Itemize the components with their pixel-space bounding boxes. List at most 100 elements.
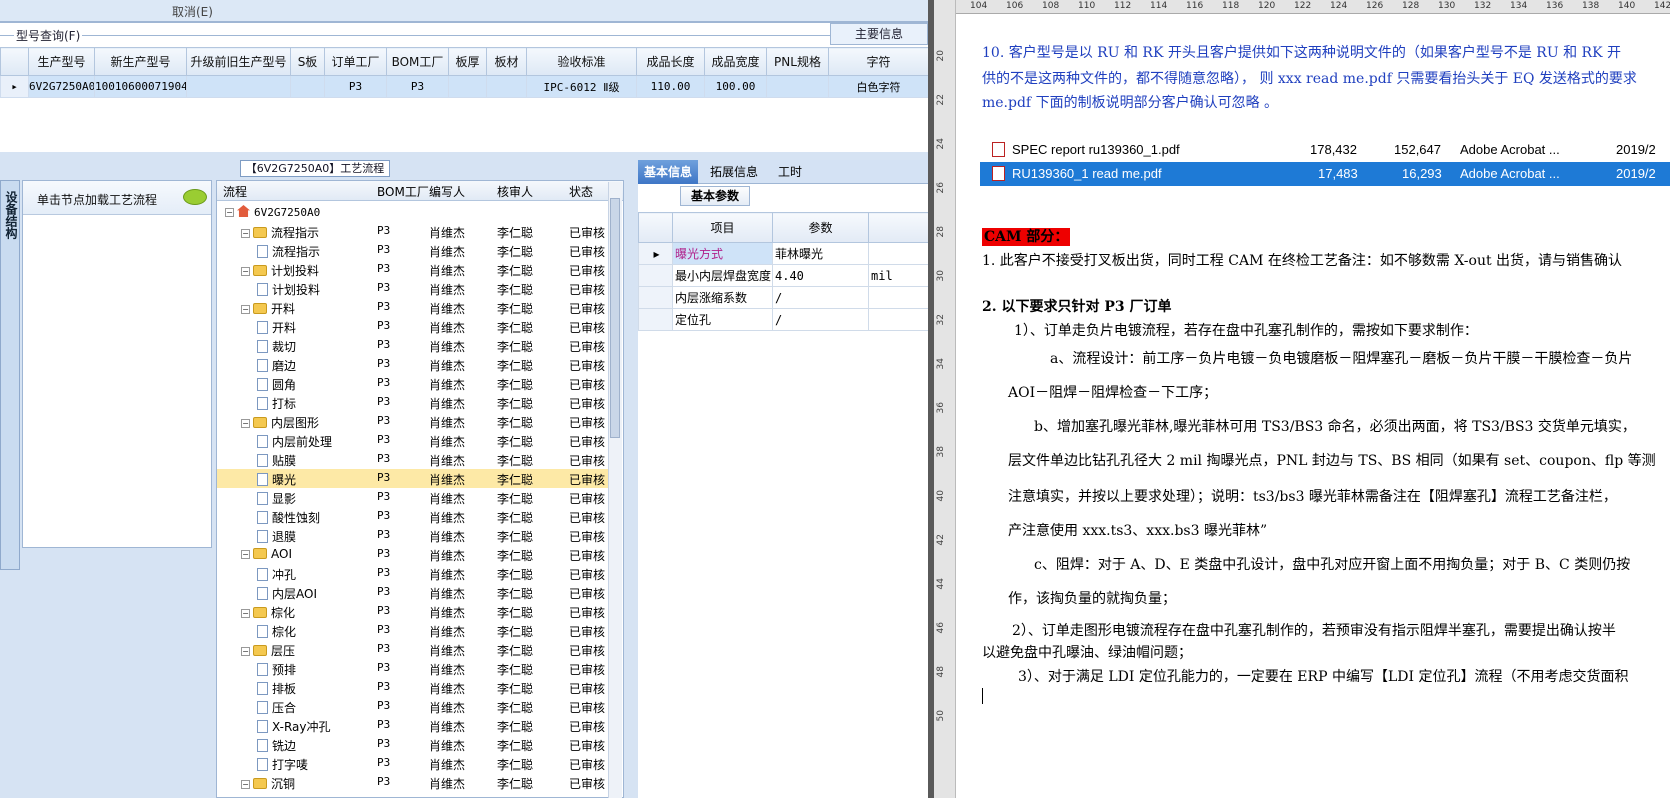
tree-node-row[interactable]: 预排 P3 肖维杰 李仁聪 已审核 [217, 659, 609, 678]
col-header[interactable]: PNL规格 [766, 47, 829, 76]
col-header[interactable]: BOM工厂 [386, 47, 449, 76]
tree-col-header[interactable]: 核审人 [497, 183, 533, 200]
cell[interactable]: 白色字符 [828, 75, 928, 98]
cell[interactable]: 100.00 [704, 75, 767, 98]
tree-node-row[interactable]: 棕化 P3 肖维杰 李仁聪 已审核 [217, 621, 609, 640]
basic-params-header[interactable]: 基本参数 [680, 186, 750, 206]
collapse-icon[interactable]: − [241, 267, 250, 276]
params-col-header[interactable]: 项目 [672, 212, 773, 243]
tree-cell-reviewer: 李仁聪 [497, 359, 534, 373]
equipment-structure-tab[interactable]: 设备结构 [0, 180, 20, 570]
col-header[interactable]: 成品长度 [636, 47, 705, 76]
table-row[interactable]: ▸ 6V2G7250A0 10010600071904 P3 P3 IPC-60… [0, 75, 928, 98]
param-row[interactable]: 内层涨缩系数 / [638, 286, 928, 309]
ruler-tick-label: 126 [1366, 1, 1384, 11]
tree-node-row[interactable]: 裁切 P3 肖维杰 李仁聪 已审核 [217, 336, 609, 355]
tree-root-row[interactable]: − 6V2G7250A0 [217, 203, 609, 222]
param-value[interactable]: 菲林曝光 [772, 242, 869, 265]
collapse-icon[interactable]: − [241, 647, 250, 656]
cell[interactable]: IPC-6012 Ⅱ级 [526, 75, 637, 98]
tree-node-row[interactable]: 内层AOI P3 肖维杰 李仁聪 已审核 [217, 583, 609, 602]
col-header[interactable]: 板厚 [448, 47, 487, 76]
cell[interactable] [486, 75, 527, 98]
params-col-header[interactable]: 参数 [772, 212, 869, 243]
tree-node-row[interactable]: 压合 P3 肖维杰 李仁聪 已审核 [217, 697, 609, 716]
collapse-icon[interactable]: − [241, 550, 250, 559]
collapse-icon[interactable]: − [225, 208, 234, 217]
param-value[interactable]: / [772, 308, 869, 331]
tree-node-row[interactable]: 排板 P3 肖维杰 李仁聪 已审核 [217, 678, 609, 697]
col-header[interactable]: S板 [290, 47, 325, 76]
tab-extended-info[interactable]: 拓展信息 [704, 160, 764, 184]
cell[interactable] [766, 75, 829, 98]
cell[interactable]: 10010600071904 [94, 75, 187, 98]
col-header[interactable]: 订单工厂 [324, 47, 387, 76]
tree-node-row[interactable]: 曝光 P3 肖维杰 李仁聪 已审核 [217, 469, 609, 488]
tree-node-row[interactable]: 计划投料 P3 肖维杰 李仁聪 已审核 [217, 279, 609, 298]
tree-group-row[interactable]: − 层压 P3 肖维杰 李仁聪 已审核 [217, 640, 609, 659]
cam-heading: CAM 部分： [982, 228, 1071, 246]
tree-col-header[interactable]: 流程 [223, 183, 247, 200]
param-value[interactable]: 4.40 [772, 264, 869, 287]
collapse-icon[interactable]: − [241, 229, 250, 238]
tree-node-row[interactable]: 流程指示 P3 肖维杰 李仁聪 已审核 [217, 241, 609, 260]
tree-node-row[interactable]: 圆角 P3 肖维杰 李仁聪 已审核 [217, 374, 609, 393]
tree-group-row[interactable]: − AOI P3 肖维杰 李仁聪 已审核 [217, 545, 609, 564]
panel-splitter[interactable] [626, 180, 636, 798]
cell[interactable] [186, 75, 291, 98]
col-header[interactable]: 成品宽度 [704, 47, 767, 76]
tree-node-row[interactable]: 铣边 P3 肖维杰 李仁聪 已审核 [217, 735, 609, 754]
folder-icon [253, 303, 267, 314]
col-header[interactable]: 新生产型号 [94, 47, 187, 76]
tree-col-header[interactable]: 编写人 [429, 183, 465, 200]
param-row[interactable]: 最小内层焊盘宽度 4.40 mil [638, 264, 928, 287]
tree-node-row[interactable]: 冲孔 P3 肖维杰 李仁聪 已审核 [217, 564, 609, 583]
col-header[interactable]: 生产型号 [28, 47, 95, 76]
cell[interactable]: 6V2G7250A0 [28, 75, 95, 98]
cell[interactable]: P3 [386, 75, 449, 98]
line-7: 层文件单边比钻孔孔径大 2 mil 掏曝光点，PNL 封边与 TS、BS 相同（… [1008, 453, 1656, 469]
cancel-menu[interactable]: 取消(E) [172, 3, 213, 20]
cell[interactable] [290, 75, 325, 98]
param-row[interactable]: ▸ 曝光方式 菲林曝光 [638, 242, 928, 265]
tab-basic-info[interactable]: 基本信息 [638, 160, 699, 184]
col-header[interactable]: 验收标准 [526, 47, 637, 76]
document-icon [257, 720, 268, 733]
cell[interactable]: 110.00 [636, 75, 705, 98]
collapse-icon[interactable]: − [241, 419, 250, 428]
model-query-label[interactable]: 型号查询(F) [14, 27, 83, 44]
cell[interactable] [448, 75, 487, 98]
param-row[interactable]: 定位孔 / [638, 308, 928, 331]
tree-col-header[interactable]: BOM工厂 [377, 183, 429, 200]
tree-node-row[interactable]: 酸性蚀刻 P3 肖维杰 李仁聪 已审核 [217, 507, 609, 526]
tree-node-row[interactable]: 打字唛 P3 肖维杰 李仁聪 已审核 [217, 754, 609, 773]
tree-group-row[interactable]: − 开料 P3 肖维杰 李仁聪 已审核 [217, 298, 609, 317]
tree-node-row[interactable]: X-Ray冲孔 P3 肖维杰 李仁聪 已审核 [217, 716, 609, 735]
tree-node-row[interactable]: 打标 P3 肖维杰 李仁聪 已审核 [217, 393, 609, 412]
collapse-icon[interactable]: − [241, 305, 250, 314]
tree-group-row[interactable]: − 棕化 P3 肖维杰 李仁聪 已审核 [217, 602, 609, 621]
tree-node-row[interactable]: 磨边 P3 肖维杰 李仁聪 已审核 [217, 355, 609, 374]
param-value[interactable]: / [772, 286, 869, 309]
tree-group-row[interactable]: − 流程指示 P3 肖维杰 李仁聪 已审核 [217, 222, 609, 241]
tree-node-row[interactable]: 开料 P3 肖维杰 李仁聪 已审核 [217, 317, 609, 336]
tab-work-hours[interactable]: 工时 [772, 160, 808, 184]
main-info-tab[interactable]: 主要信息 [830, 23, 928, 45]
collapse-icon[interactable]: − [241, 609, 250, 618]
tree-col-header[interactable]: 状态 [569, 183, 593, 200]
speech-bubble-icon[interactable] [183, 189, 207, 205]
col-header[interactable]: 板材 [486, 47, 527, 76]
tree-scrollbar-thumb[interactable] [610, 198, 620, 438]
tree-node-row[interactable]: 退膜 P3 肖维杰 李仁聪 已审核 [217, 526, 609, 545]
tree-group-row[interactable]: − 计划投料 P3 肖维杰 李仁聪 已审核 [217, 260, 609, 279]
tree-group-row[interactable]: − 沉铜 P3 肖维杰 李仁聪 已审核 [217, 773, 609, 792]
collapse-icon[interactable]: − [241, 780, 250, 789]
tree-node-row[interactable]: 显影 P3 肖维杰 李仁聪 已审核 [217, 488, 609, 507]
tree-node-row[interactable]: 贴膜 P3 肖维杰 李仁聪 已审核 [217, 450, 609, 469]
col-header[interactable]: 字符 [828, 47, 928, 76]
tree-cell-writer: 肖维杰 [429, 549, 466, 563]
cell[interactable]: P3 [324, 75, 387, 98]
tree-group-row[interactable]: − 内层图形 P3 肖维杰 李仁聪 已审核 [217, 412, 609, 431]
tree-node-row[interactable]: 内层前处理 P3 肖维杰 李仁聪 已审核 [217, 431, 609, 450]
col-header[interactable]: 升级前旧生产型号 [186, 47, 291, 76]
